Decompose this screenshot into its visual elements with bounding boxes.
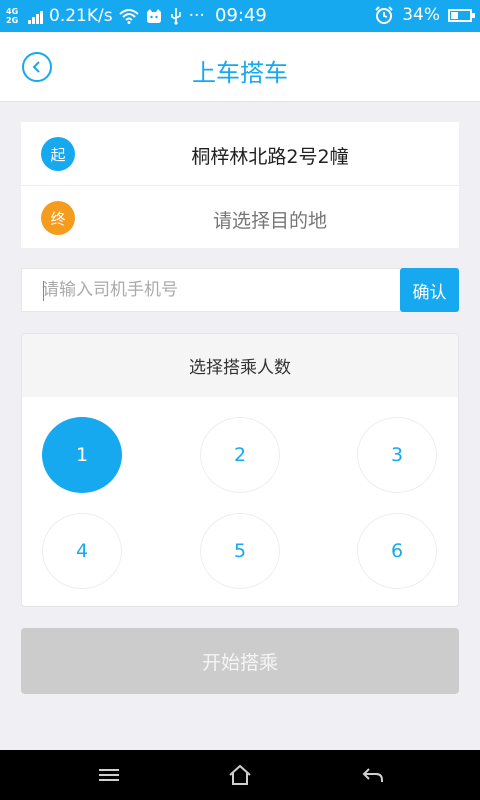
network-type: 4G 2G bbox=[6, 7, 19, 25]
battery-level: 34% bbox=[402, 5, 440, 25]
wifi-icon bbox=[118, 9, 139, 24]
signal-icon bbox=[28, 8, 43, 24]
cat-icon bbox=[146, 9, 161, 23]
home-button[interactable] bbox=[225, 762, 255, 788]
page-title: 上车搭车 bbox=[192, 59, 288, 87]
start-address: 桐梓林北路2号2幢 bbox=[191, 146, 349, 168]
start-location-row[interactable]: 起 桐梓林北路2号2幢 bbox=[21, 122, 459, 185]
seat-option-6[interactable]: 6 bbox=[357, 513, 437, 589]
alarm-icon bbox=[375, 6, 393, 24]
confirm-button[interactable]: 确认 bbox=[400, 268, 459, 312]
destination-placeholder: 请选择目的地 bbox=[212, 210, 327, 232]
system-back-button[interactable] bbox=[358, 762, 388, 788]
route-card: 起 桐梓林北路2号2幢 终 请选择目的地 bbox=[21, 122, 459, 248]
seat-option-1[interactable]: 1 bbox=[42, 417, 122, 493]
driver-phone-box: 确认 bbox=[21, 268, 459, 312]
driver-phone-input[interactable] bbox=[22, 269, 400, 311]
status-time: 09:49 bbox=[215, 5, 267, 26]
back-icon bbox=[362, 768, 383, 782]
system-nav-bar bbox=[0, 750, 480, 800]
destination-row[interactable]: 终 请选择目的地 bbox=[21, 185, 459, 248]
usb-icon bbox=[170, 8, 181, 25]
passenger-count-title: 选择搭乘人数 bbox=[22, 334, 458, 397]
menu-button[interactable] bbox=[94, 762, 124, 788]
network-speed: 0.21K/s bbox=[49, 6, 113, 26]
title-bar: 上车搭车 bbox=[0, 32, 480, 102]
status-bar: 4G 2G 0.21K/s ··· 09:49 34% bbox=[0, 0, 480, 32]
start-badge: 起 bbox=[41, 137, 75, 171]
seat-option-5[interactable]: 5 bbox=[200, 513, 280, 589]
end-badge: 终 bbox=[41, 201, 75, 235]
menu-icon bbox=[99, 769, 119, 781]
seat-option-2[interactable]: 2 bbox=[200, 417, 280, 493]
more-notifications-icon: ··· bbox=[188, 6, 205, 26]
start-ride-button[interactable]: 开始搭乘 bbox=[21, 628, 459, 694]
battery-icon bbox=[448, 8, 475, 22]
seat-option-3[interactable]: 3 bbox=[357, 417, 437, 493]
text-cursor bbox=[43, 281, 44, 301]
seat-option-4[interactable]: 4 bbox=[42, 513, 122, 589]
passenger-count-card: 选择搭乘人数 1 2 3 4 5 6 bbox=[21, 333, 459, 607]
home-icon bbox=[229, 764, 251, 785]
